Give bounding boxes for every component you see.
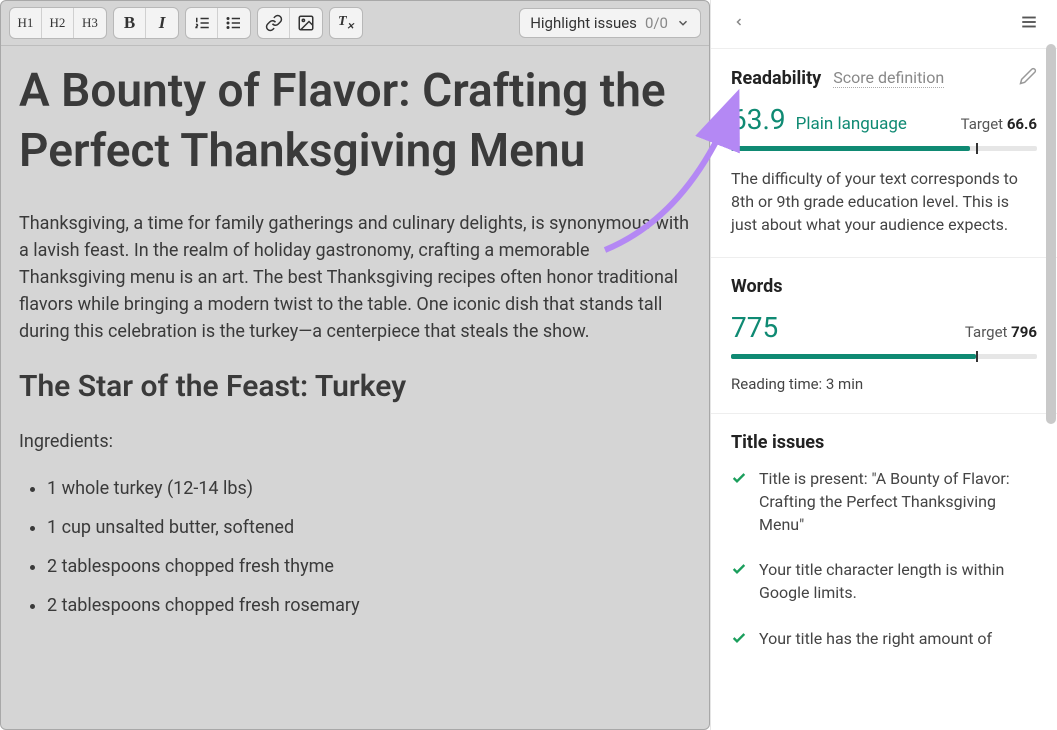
editor-pane: H1 H2 H3 B I T✕ bbox=[0, 0, 710, 730]
pencil-icon bbox=[1019, 67, 1037, 85]
highlight-issues-dropdown[interactable]: Highlight issues 0/0 bbox=[519, 8, 701, 38]
bold-button[interactable]: B bbox=[114, 8, 146, 38]
list-item: Your title character length is within Go… bbox=[731, 558, 1037, 604]
ordered-list-icon bbox=[193, 14, 211, 32]
list-item: 2 tablespoons chopped fresh rosemary bbox=[47, 592, 691, 619]
image-icon bbox=[297, 14, 315, 32]
clear-group: T✕ bbox=[329, 7, 363, 39]
list-group bbox=[185, 7, 251, 39]
italic-button[interactable]: I bbox=[146, 8, 178, 38]
editor-toolbar: H1 H2 H3 B I T✕ bbox=[1, 1, 709, 46]
menu-button[interactable] bbox=[1015, 8, 1043, 40]
clear-format-icon: T✕ bbox=[338, 14, 354, 32]
h3-button[interactable]: H3 bbox=[74, 8, 106, 38]
list-item: 1 whole turkey (12-14 lbs) bbox=[47, 475, 691, 502]
insert-group bbox=[257, 7, 323, 39]
words-progress bbox=[731, 354, 1037, 359]
section-heading: The Star of the Feast: Turkey bbox=[19, 369, 691, 404]
words-target: Target 796 bbox=[965, 323, 1037, 341]
chevron-down-icon bbox=[676, 16, 690, 30]
words-title: Words bbox=[731, 276, 782, 297]
words-value: 775 bbox=[731, 311, 778, 344]
reading-time: Reading time: 3 min bbox=[731, 375, 1037, 393]
check-icon bbox=[731, 629, 747, 652]
readability-label: Plain language bbox=[796, 114, 907, 134]
ingredients-label: Ingredients: bbox=[19, 428, 691, 455]
readability-title: Readability bbox=[731, 68, 821, 89]
words-section: Words 775 Target 796 Reading time: 3 min bbox=[711, 258, 1057, 414]
link-icon bbox=[265, 14, 283, 32]
list-item: 2 tablespoons chopped fresh thyme bbox=[47, 553, 691, 580]
document-title: A Bounty of Flavor: Crafting the Perfect… bbox=[19, 62, 691, 182]
readability-progress bbox=[731, 146, 1037, 151]
editor-content[interactable]: A Bounty of Flavor: Crafting the Perfect… bbox=[1, 46, 709, 730]
readability-description: The difficulty of your text corresponds … bbox=[731, 167, 1037, 237]
unordered-list-button[interactable] bbox=[218, 8, 250, 38]
readability-score: 63.9 bbox=[731, 103, 786, 136]
image-button[interactable] bbox=[290, 8, 322, 38]
highlight-label: Highlight issues bbox=[530, 14, 637, 32]
h2-button[interactable]: H2 bbox=[42, 8, 74, 38]
title-issues-section: Title issues Title is present: "A Bounty… bbox=[711, 414, 1057, 694]
h1-button[interactable]: H1 bbox=[10, 8, 42, 38]
title-issues-title: Title issues bbox=[731, 432, 824, 453]
list-item: Your title has the right amount of bbox=[731, 627, 1037, 652]
check-icon bbox=[731, 469, 747, 537]
link-button[interactable] bbox=[258, 8, 290, 38]
ingredients-list: 1 whole turkey (12-14 lbs) 1 cup unsalte… bbox=[19, 475, 691, 619]
edit-button[interactable] bbox=[1019, 67, 1037, 89]
format-group: B I bbox=[113, 7, 179, 39]
check-icon bbox=[731, 560, 747, 604]
heading-group: H1 H2 H3 bbox=[9, 7, 107, 39]
title-issues-list: Title is present: "A Bounty of Flavor: C… bbox=[731, 467, 1037, 652]
back-button[interactable] bbox=[725, 10, 753, 39]
readability-target: Target 66.6 bbox=[961, 115, 1037, 133]
unordered-list-icon bbox=[225, 14, 243, 32]
progress-fill bbox=[731, 354, 976, 359]
score-definition-link[interactable]: Score definition bbox=[833, 68, 944, 88]
progress-target-marker bbox=[976, 351, 978, 362]
progress-fill bbox=[731, 146, 970, 151]
intro-paragraph: Thanksgiving, a time for family gatherin… bbox=[19, 210, 691, 345]
highlight-count: 0/0 bbox=[645, 14, 668, 32]
ordered-list-button[interactable] bbox=[186, 8, 218, 38]
hamburger-icon bbox=[1019, 13, 1039, 31]
sidebar-body[interactable]: Readability Score definition 63.9 Plain … bbox=[711, 49, 1057, 730]
chevron-left-icon bbox=[733, 14, 745, 30]
progress-target-marker bbox=[976, 143, 978, 154]
scrollbar[interactable] bbox=[1046, 44, 1056, 424]
sidebar-header bbox=[711, 0, 1057, 49]
list-item: Title is present: "A Bounty of Flavor: C… bbox=[731, 467, 1037, 537]
sidebar-panel: Readability Score definition 63.9 Plain … bbox=[710, 0, 1057, 730]
readability-section: Readability Score definition 63.9 Plain … bbox=[711, 49, 1057, 258]
clear-format-button[interactable]: T✕ bbox=[330, 8, 362, 38]
list-item: 1 cup unsalted butter, softened bbox=[47, 514, 691, 541]
